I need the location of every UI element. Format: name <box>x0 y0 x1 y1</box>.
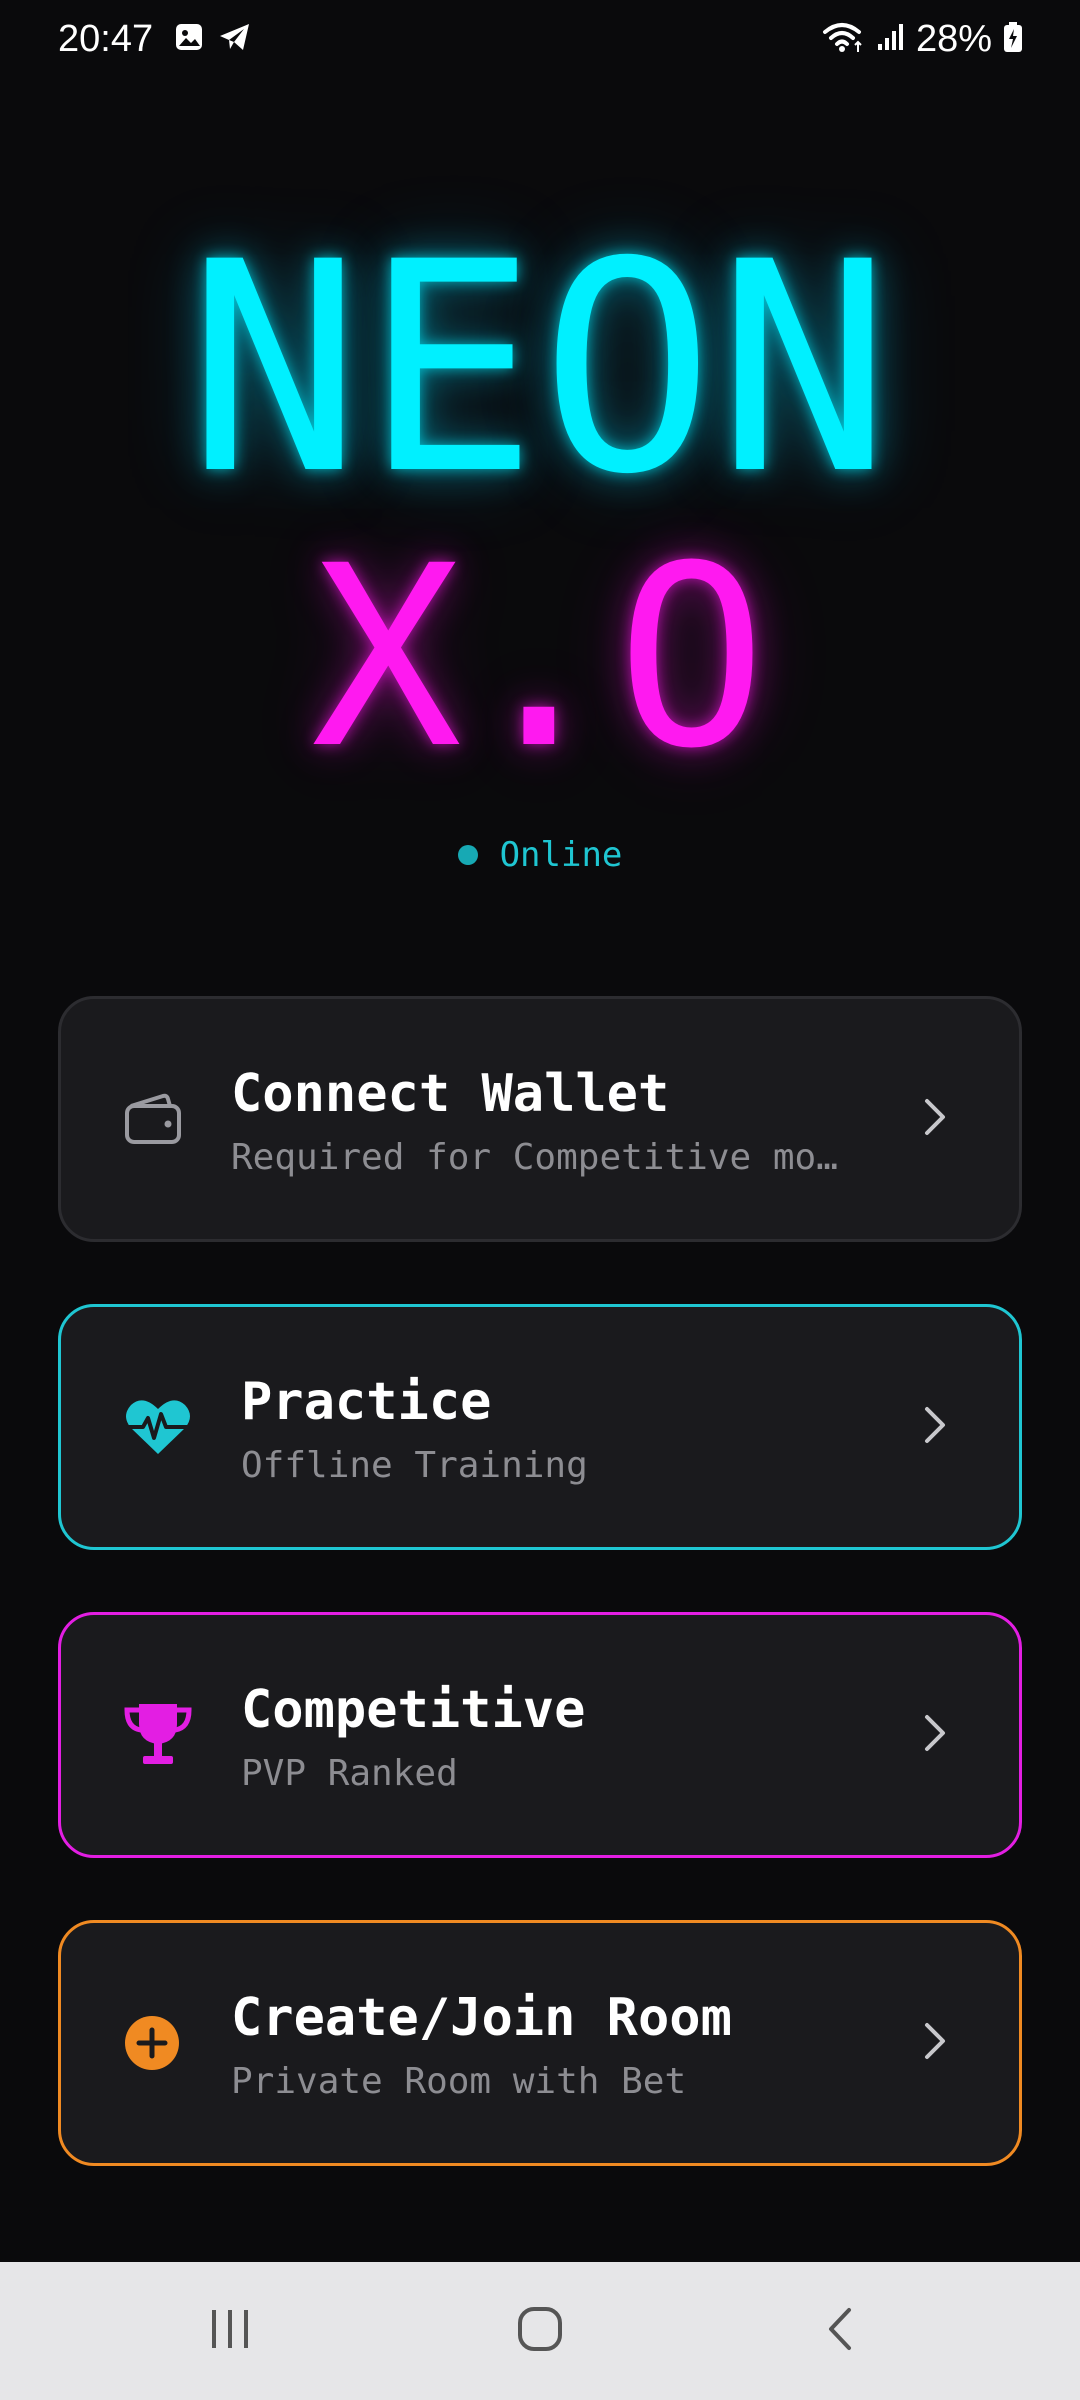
heart-pulse-icon <box>123 1396 193 1458</box>
connection-status: Online <box>0 832 1080 878</box>
chevron-right-icon <box>923 1713 947 1757</box>
wallet-icon <box>123 1092 183 1146</box>
chevron-right-icon <box>923 1097 947 1141</box>
plus-circle-icon <box>123 2014 181 2072</box>
recent-apps-icon <box>208 2308 252 2354</box>
recent-apps-button[interactable] <box>180 2262 280 2400</box>
navigation-bar <box>0 2262 1080 2400</box>
connect-wallet-button[interactable]: Connect Wallet Required for Competitive … <box>58 996 1022 1242</box>
card-subtitle: PVP Ranked <box>241 1753 458 1794</box>
home-icon <box>516 2305 564 2357</box>
card-title: Practice <box>241 1372 492 1432</box>
card-title: Create/Join Room <box>231 1988 732 2048</box>
online-dot-icon <box>457 845 478 865</box>
telegram-icon <box>218 22 252 57</box>
gallery-icon <box>174 22 204 57</box>
home-button[interactable] <box>490 2262 590 2400</box>
card-title: Competitive <box>241 1680 586 1740</box>
status-time: 20:47 <box>58 18 154 60</box>
status-left-icons <box>174 22 252 57</box>
back-button[interactable] <box>790 2262 890 2400</box>
create-join-room-button[interactable]: Create/Join Room Private Room with Bet <box>58 1920 1022 2166</box>
card-subtitle: Offline Training <box>241 1445 588 1486</box>
online-status-label: Online <box>499 835 623 875</box>
card-title: Connect Wallet <box>231 1064 670 1124</box>
competitive-button[interactable]: Competitive PVP Ranked <box>58 1612 1022 1858</box>
back-icon <box>825 2306 855 2356</box>
chevron-right-icon <box>923 2021 947 2065</box>
battery-percent: 28% <box>915 18 992 60</box>
status-bar: 20:47 28% <box>0 0 1080 80</box>
card-subtitle: Private Room with Bet <box>231 2061 687 2102</box>
card-subtitle: Required for Competitive mo… <box>231 1137 838 1178</box>
trophy-icon <box>123 1700 193 1770</box>
battery-charging-icon <box>1002 21 1024 58</box>
chevron-right-icon <box>923 1405 947 1449</box>
practice-button[interactable]: Practice Offline Training <box>58 1304 1022 1550</box>
logo-neon-text: NEON <box>186 201 894 538</box>
wifi-icon <box>822 20 866 59</box>
status-right: 28% <box>822 14 1024 64</box>
logo-xo-text: X.O <box>311 512 769 803</box>
signal-icon <box>876 22 906 57</box>
